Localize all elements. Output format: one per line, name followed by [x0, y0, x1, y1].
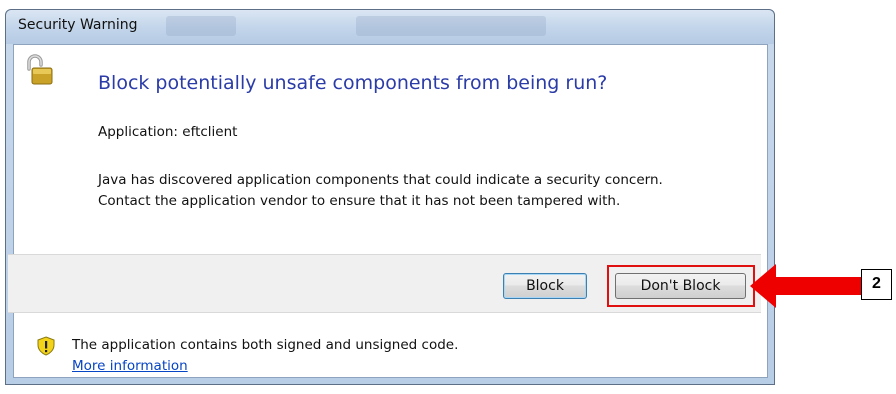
divider: [8, 312, 761, 313]
warning-description: Java has discovered application componen…: [98, 172, 663, 209]
dont-block-button[interactable]: Don't Block: [615, 273, 746, 299]
padlock-open-icon: [27, 54, 53, 85]
window-title: Security Warning: [18, 17, 138, 33]
annotation-step-number: 2: [861, 269, 892, 300]
annotation-arrow-icon: [750, 264, 862, 308]
block-button[interactable]: Block: [503, 273, 587, 299]
footer-message: The application contains both signed and…: [72, 337, 459, 353]
title-bar[interactable]: Security Warning: [6, 10, 774, 44]
dialog-headline: Block potentially unsafe components from…: [98, 72, 608, 94]
more-information-link[interactable]: More information: [72, 358, 188, 374]
application-name: Application: eftclient: [98, 124, 238, 140]
background-window-ghost: [166, 16, 236, 36]
shield-warning-icon: [37, 336, 55, 356]
background-window-ghost: [356, 16, 546, 36]
